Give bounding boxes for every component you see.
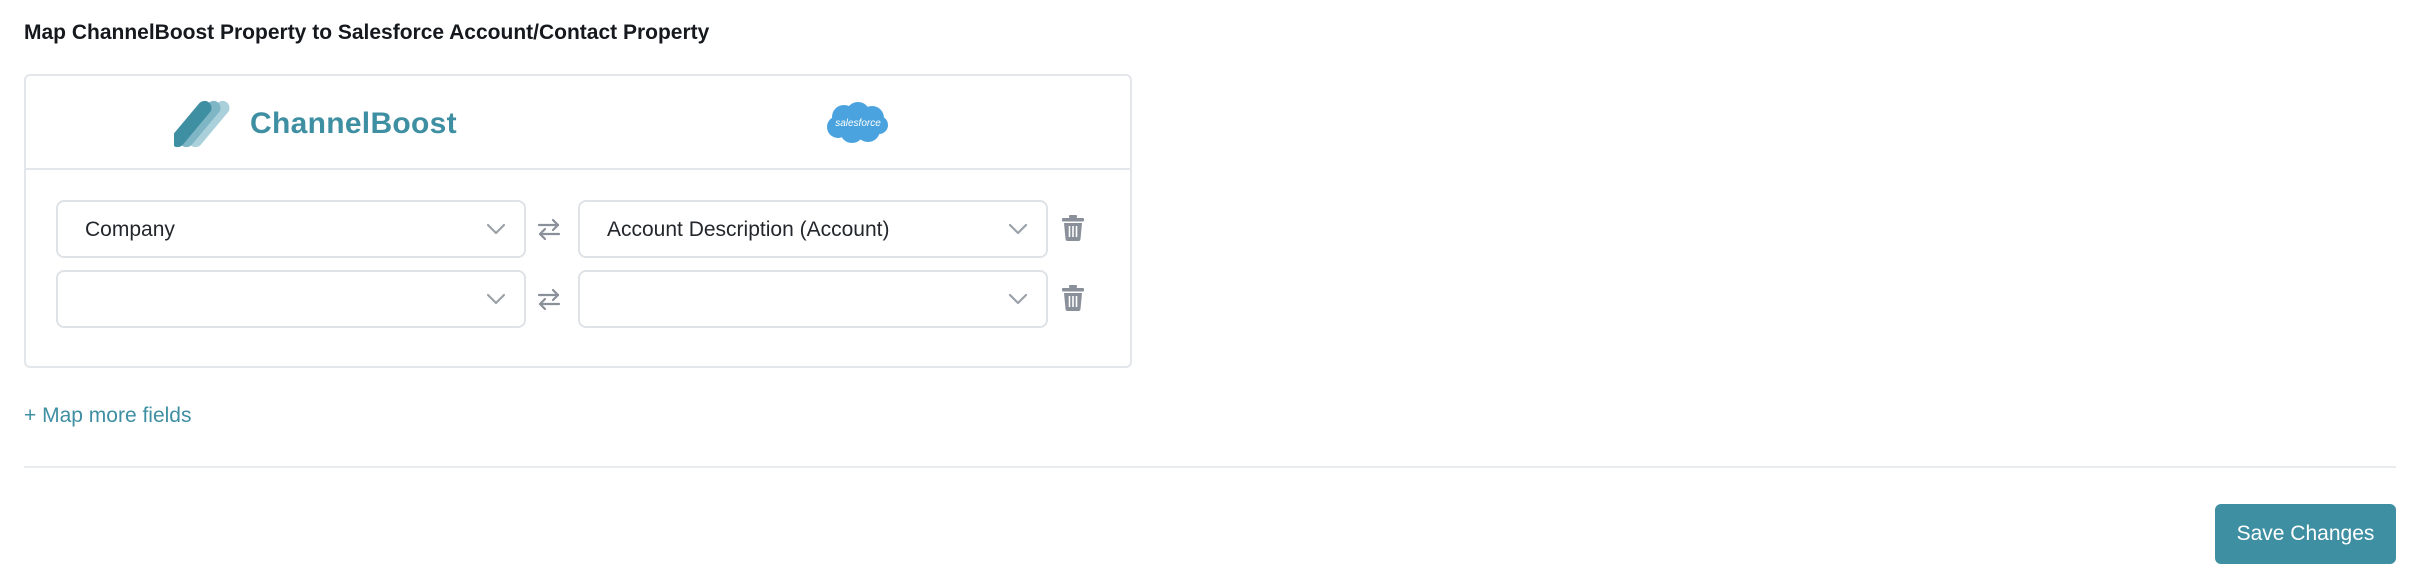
- channelboost-field-select[interactable]: [56, 270, 526, 328]
- section-title: Map ChannelBoost Property to Salesforce …: [24, 21, 710, 44]
- page: Map ChannelBoost Property to Salesforce …: [0, 0, 2420, 584]
- chevron-down-icon: [486, 293, 506, 305]
- trash-icon[interactable]: [1062, 215, 1084, 241]
- channelboost-logo-text: ChannelBoost: [250, 107, 457, 140]
- mapping-card-header: ChannelBoost salesforce: [26, 76, 1130, 170]
- chevron-down-icon: [1008, 223, 1028, 235]
- trash-icon[interactable]: [1062, 285, 1084, 311]
- mapping-row: [56, 270, 1096, 328]
- channelboost-field-value: Company: [85, 218, 175, 241]
- swap-arrows-icon: [537, 288, 561, 311]
- chevron-down-icon: [1008, 293, 1028, 305]
- salesforce-logo: salesforce: [827, 102, 888, 143]
- divider: [24, 466, 2396, 468]
- channelboost-logo: ChannelBoost: [174, 100, 457, 148]
- salesforce-field-value: Account Description (Account): [607, 218, 890, 241]
- swap-arrows-icon: [537, 218, 561, 241]
- channelboost-field-select[interactable]: Company: [56, 200, 526, 258]
- map-more-fields-link[interactable]: + Map more fields: [24, 404, 192, 428]
- save-changes-button[interactable]: Save Changes: [2215, 504, 2396, 564]
- salesforce-field-select[interactable]: Account Description (Account): [578, 200, 1048, 258]
- salesforce-logo-text: salesforce: [835, 118, 881, 129]
- salesforce-field-select[interactable]: [578, 270, 1048, 328]
- chevron-down-icon: [486, 223, 506, 235]
- mapping-row: Company Account Description (Account): [56, 200, 1096, 258]
- mapping-card: ChannelBoost salesforce Company Account …: [24, 74, 1132, 368]
- channelboost-mark-icon: [174, 100, 230, 148]
